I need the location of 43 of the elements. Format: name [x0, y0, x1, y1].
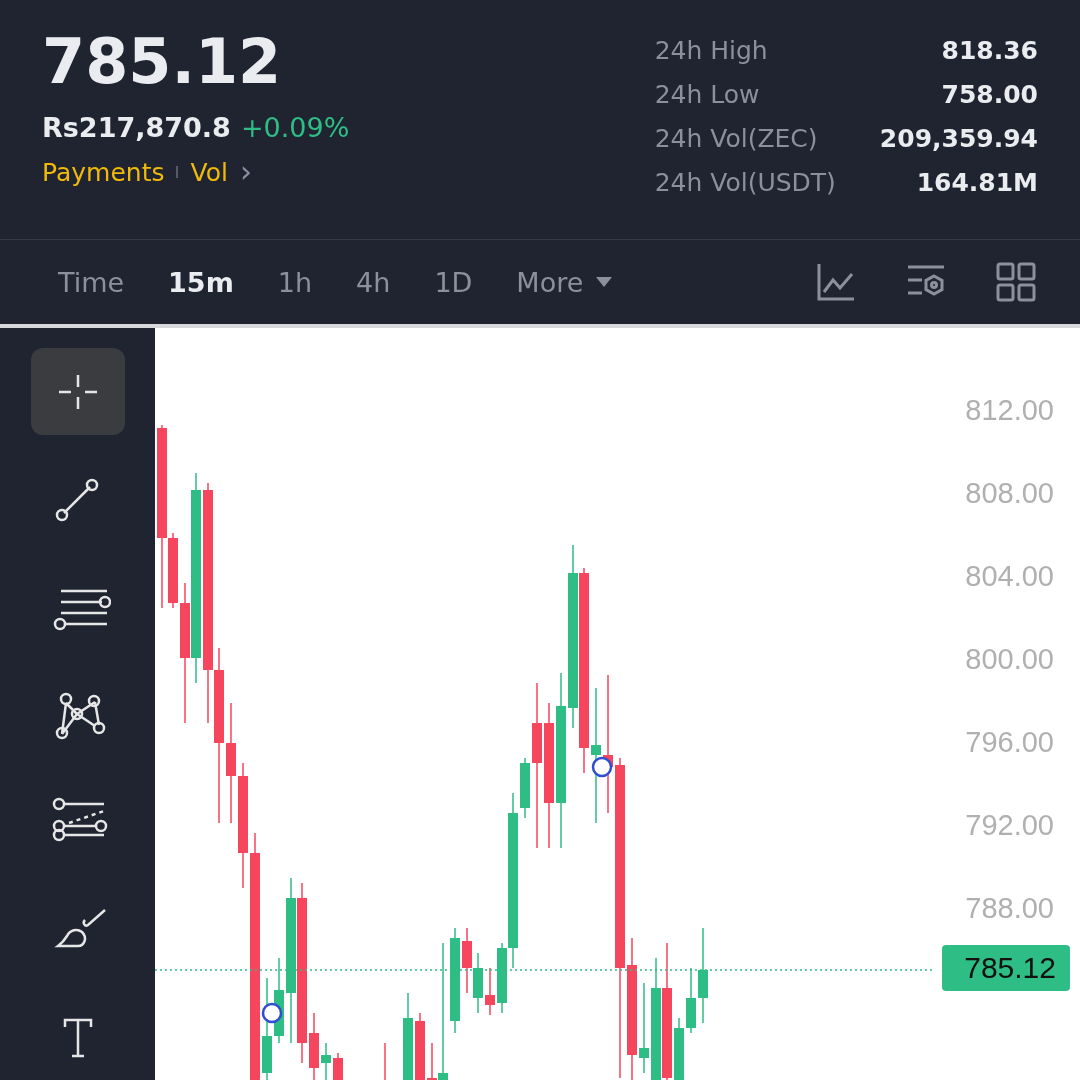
stat-label: 24h Vol(USDT) — [654, 167, 836, 199]
candlestick — [686, 967, 696, 1034]
candlestick — [674, 1017, 684, 1080]
stat-label: 24h Low — [654, 79, 761, 111]
stat-value: 209,359.94 — [879, 123, 1038, 155]
price-change: +0.09% — [240, 112, 350, 143]
stat-value: 758.00 — [940, 79, 1038, 111]
interval-tab[interactable]: 1h — [255, 260, 335, 304]
fiat-price: Rs217,870.8 — [42, 112, 231, 143]
stat-value: 818.36 — [940, 35, 1038, 67]
interval-tab[interactable]: Time — [36, 260, 147, 304]
interval-tab[interactable]: More — [494, 260, 636, 304]
tag-link[interactable]: Vol — [190, 157, 228, 187]
candlestick — [309, 1012, 319, 1080]
y-axis-label: 792.00 — [965, 809, 1054, 842]
y-axis-label: 808.00 — [965, 477, 1054, 510]
last-price: 785.12 — [42, 24, 283, 100]
y-axis-label: 796.00 — [965, 726, 1054, 759]
y-axis-label: 788.00 — [965, 892, 1054, 925]
candlestick — [462, 927, 472, 994]
y-axis-label: 800.00 — [965, 643, 1054, 676]
candlestick — [321, 1042, 331, 1080]
interval-tab[interactable]: 1D — [412, 260, 495, 304]
candlestick — [473, 952, 483, 1014]
y-axis-label: 812.00 — [965, 394, 1054, 427]
tag-link[interactable]: Payments — [42, 157, 165, 187]
candlestick — [520, 757, 530, 819]
current-price-badge: 785.12 — [942, 945, 1070, 991]
stat-label: 24h High — [654, 35, 769, 67]
grid-icon[interactable] — [996, 262, 1036, 302]
candlestick — [333, 1052, 343, 1080]
chevron-icon[interactable]: › — [239, 157, 252, 187]
stat-label: 24h Vol(ZEC) — [654, 123, 819, 155]
interval-tab[interactable]: 15m — [146, 260, 256, 304]
interval-tab[interactable]: 4h — [334, 260, 413, 304]
y-axis-label: 804.00 — [965, 560, 1054, 593]
stat-value: 164.81M — [915, 167, 1038, 199]
candlestick — [384, 1042, 386, 1080]
candlestick — [415, 1012, 425, 1080]
line-chart-icon[interactable] — [816, 262, 856, 302]
marker-circle-icon — [591, 756, 613, 778]
candlestick — [485, 967, 495, 1016]
marker-circle-icon — [261, 1002, 283, 1024]
